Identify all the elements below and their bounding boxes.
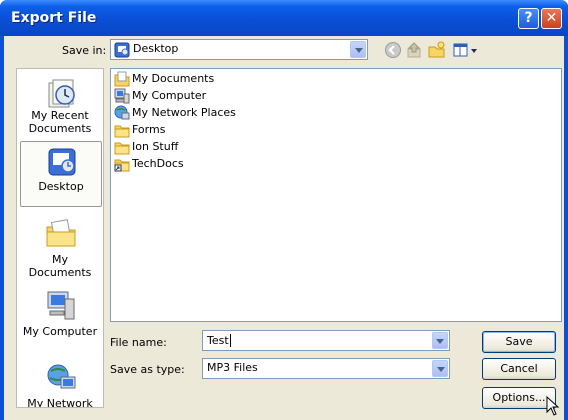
- my-documents-icon: [46, 219, 76, 247]
- file-name: My Network Places: [132, 106, 236, 119]
- places-bar: My Recent Documents Desktop My Documents: [16, 68, 104, 408]
- dialog-body: Save in: Desktop My Recent Documents Des…: [4, 36, 564, 420]
- save-as-type-value: MP3 Files: [207, 361, 258, 374]
- shortcut-folder-icon: [114, 159, 130, 172]
- folder-icon: [114, 142, 130, 155]
- place-label: My Computer: [22, 325, 98, 338]
- save-as-type-label: Save as type:: [110, 363, 185, 376]
- file-name-dropdown-arrow[interactable]: [432, 332, 448, 349]
- text-caret: [230, 334, 231, 347]
- desktop-small-icon: [114, 42, 130, 58]
- up-folder-icon[interactable]: [406, 41, 424, 59]
- options-button[interactable]: Options...: [482, 387, 556, 409]
- help-button[interactable]: ?: [518, 8, 539, 29]
- title-bar[interactable]: Export File ? ✕: [0, 0, 568, 36]
- cancel-button[interactable]: Cancel: [482, 358, 556, 380]
- file-name: My Documents: [132, 72, 215, 85]
- file-name: Ion Stuff: [132, 140, 179, 153]
- place-label: My Network: [27, 397, 93, 408]
- file-name-value: Test: [207, 334, 229, 347]
- place-label: My Recent Documents: [28, 109, 92, 135]
- save-button[interactable]: Save: [482, 331, 556, 353]
- save-in-combo[interactable]: Desktop: [110, 39, 368, 60]
- my-network-icon: [47, 364, 76, 389]
- save-as-type-dropdown-arrow[interactable]: [432, 360, 448, 377]
- new-folder-icon[interactable]: [428, 41, 446, 59]
- views-menu-icon[interactable]: [452, 41, 480, 59]
- computer-icon: [114, 88, 130, 104]
- save-in-dropdown-arrow[interactable]: [350, 41, 366, 58]
- my-computer-icon: [47, 291, 75, 320]
- place-label: My Documents: [28, 253, 92, 279]
- save-in-label: Save in:: [62, 44, 107, 57]
- folder-icon: [114, 125, 130, 138]
- export-file-dialog: Export File ? ✕ Save in: Desktop My Rece…: [0, 0, 568, 420]
- place-label: Desktop: [38, 180, 84, 193]
- file-name: Forms: [132, 123, 166, 136]
- place-my-computer[interactable]: My Computer: [20, 285, 102, 351]
- save-in-value: Desktop: [133, 42, 179, 55]
- file-name-input[interactable]: Test: [202, 330, 450, 351]
- place-my-documents[interactable]: My Documents: [20, 213, 102, 279]
- file-list[interactable]: My Documents My Computer My Network Plac…: [110, 68, 562, 322]
- network-icon: [114, 105, 130, 120]
- file-name-label: File name:: [110, 336, 167, 349]
- back-icon[interactable]: [384, 41, 402, 59]
- place-my-recent-documents[interactable]: My Recent Documents: [20, 73, 102, 139]
- save-as-type-combo[interactable]: MP3 Files: [202, 358, 450, 379]
- recent-documents-icon: [48, 79, 75, 108]
- window-title: Export File: [11, 10, 97, 26]
- file-name: TechDocs: [132, 157, 184, 170]
- mouse-cursor-icon: [546, 396, 560, 416]
- close-button[interactable]: ✕: [541, 8, 562, 29]
- file-name: My Computer: [132, 89, 207, 102]
- documents-folder-icon: [114, 71, 130, 87]
- desktop-icon: [48, 148, 76, 176]
- chevron-down-icon: [436, 339, 444, 344]
- place-my-network[interactable]: My Network: [20, 357, 102, 408]
- place-desktop[interactable]: Desktop: [20, 141, 102, 207]
